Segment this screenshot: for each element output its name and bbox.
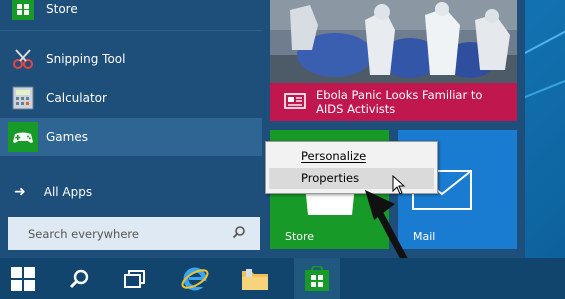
internet-explorer-icon	[181, 267, 209, 290]
snipping-tool-icon	[8, 44, 38, 74]
start-item-snipping-tool[interactable]: Snipping Tool	[0, 40, 262, 78]
news-photo	[270, 0, 517, 83]
start-item-label: Calculator	[46, 91, 107, 105]
news-headline: Ebola Panic Looks Familiar to AIDS Activ…	[316, 88, 483, 116]
task-view-icon	[124, 269, 145, 288]
search-icon[interactable]	[232, 224, 252, 243]
news-tile[interactable]: Ebola Panic Looks Familiar to AIDS Activ…	[270, 0, 517, 121]
taskbar	[0, 258, 565, 299]
start-item-calculator[interactable]: Calculator	[0, 79, 262, 117]
start-item-label: Snipping Tool	[46, 52, 126, 66]
start-item-label: Store	[46, 2, 78, 16]
internet-explorer-button[interactable]	[172, 258, 218, 299]
store-tile-label: Store	[285, 230, 315, 243]
taskbar-search-button[interactable]	[56, 258, 102, 299]
start-item-store[interactable]: Store	[0, 0, 262, 28]
store-icon	[305, 265, 329, 291]
store-taskbar-button[interactable]	[294, 258, 340, 299]
news-caption: Ebola Panic Looks Familiar to AIDS Activ…	[270, 83, 517, 121]
file-explorer-button[interactable]	[232, 258, 278, 299]
menu-item-personalize[interactable]: Personalize	[269, 146, 434, 167]
wallpaper-line	[522, 70, 565, 100]
search-icon	[69, 269, 89, 288]
search-input[interactable]: Search everywhere	[28, 227, 232, 241]
windows-logo-icon	[11, 266, 35, 291]
arrow-right-icon: ➜	[14, 184, 26, 200]
search-box[interactable]: Search everywhere	[8, 217, 260, 250]
start-item-games[interactable]: Games	[0, 118, 262, 156]
all-apps-button[interactable]: ➜ All Apps	[0, 175, 262, 209]
task-view-button[interactable]	[112, 258, 158, 299]
folder-icon	[242, 268, 268, 290]
news-icon	[284, 92, 308, 112]
start-button[interactable]	[0, 258, 46, 299]
start-left-pane: Store Snipping Tool Calculator Games ➜ A…	[0, 0, 262, 258]
games-icon	[8, 122, 38, 152]
calculator-icon	[8, 83, 38, 113]
store-icon	[8, 0, 38, 24]
divider	[0, 30, 262, 31]
all-apps-label: All Apps	[43, 185, 93, 199]
start-item-label: Games	[46, 130, 88, 144]
